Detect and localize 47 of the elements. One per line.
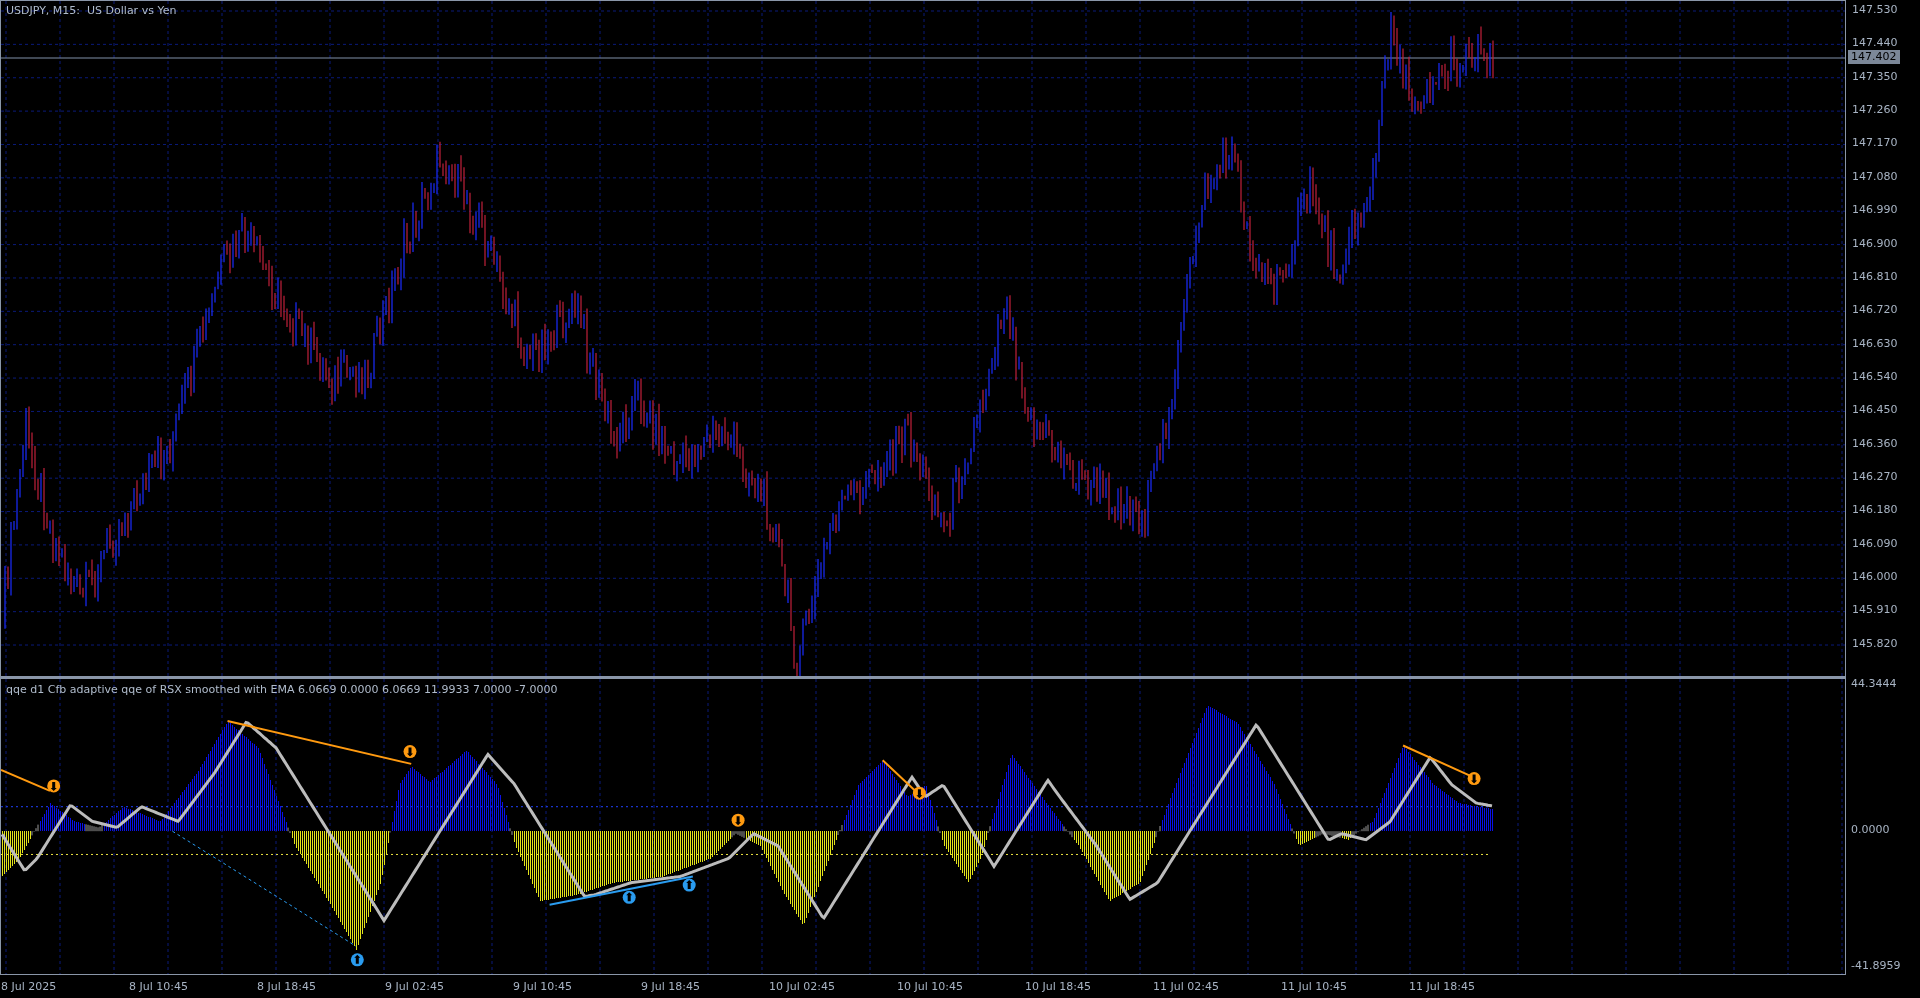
indicator-tick-label: 0.0000	[1851, 823, 1890, 836]
chart-title: USDJPY, M15: US Dollar vs Yen	[6, 4, 177, 17]
signal-marker-icon	[622, 890, 636, 904]
time-tick-label: 11 Jul 02:45	[1153, 979, 1220, 995]
time-tick-label: 8 Jul 2025	[1, 979, 58, 995]
signal-marker-icon	[731, 813, 745, 827]
time-tick-label: 11 Jul 18:45	[1409, 979, 1476, 995]
price-tick-label: 146.090	[1851, 536, 1899, 551]
price-tick-label: 146.270	[1851, 470, 1899, 485]
price-tick-label: 146.000	[1851, 570, 1899, 585]
trend-line	[1, 769, 51, 792]
time-tick-label: 10 Jul 18:45	[1025, 979, 1092, 995]
signal-marker-icon	[912, 786, 926, 800]
indicator-tick-label: -41.8959	[1851, 959, 1901, 972]
indicator-label: qqe d1 Cfb adaptive qqe of RSX smoothed with EMA 6.0669 0.0000 6.0669 11.9933 7.0000 -7.0000	[6, 683, 558, 696]
price-tick-label: 146.360	[1851, 436, 1899, 451]
price-tick-label: 145.820	[1851, 636, 1899, 651]
time-tick-label: 10 Jul 10:45	[897, 979, 964, 995]
price-tick-label: 147.440	[1851, 36, 1899, 51]
time-tick-label: 8 Jul 18:45	[257, 979, 317, 995]
time-tick-label: 9 Jul 10:45	[513, 979, 573, 995]
price-tick-label: 147.350	[1851, 69, 1899, 84]
current-price-label: 147.402	[1848, 50, 1900, 64]
time-tick-label: 10 Jul 02:45	[769, 979, 836, 995]
price-tick-label: 147.080	[1851, 169, 1899, 184]
time-tick-label: 8 Jul 10:45	[129, 979, 189, 995]
signal-marker-icon	[1467, 772, 1481, 786]
time-tick-label: 9 Jul 18:45	[641, 979, 701, 995]
time-tick-label: 11 Jul 10:45	[1281, 979, 1348, 995]
price-tick-label: 147.530	[1851, 3, 1899, 17]
price-tick-label: 145.910	[1851, 603, 1899, 618]
signal-marker-icon	[350, 953, 364, 967]
indicator-tick-label: 44.3444	[1851, 677, 1897, 690]
signal-marker-icon	[47, 779, 61, 793]
signal-marker-icon	[403, 745, 417, 759]
price-tick-label: 146.900	[1851, 236, 1899, 251]
price-tick-label: 146.990	[1851, 203, 1899, 218]
price-tick-label: 146.810	[1851, 269, 1899, 284]
price-tick-label: 146.450	[1851, 403, 1899, 418]
price-tick-label: 147.260	[1851, 103, 1899, 118]
price-tick-label: 146.630	[1851, 336, 1899, 351]
price-tick-label: 146.720	[1851, 303, 1899, 318]
signal-marker-icon	[682, 878, 696, 892]
time-tick-label: 9 Jul 02:45	[385, 979, 445, 995]
price-tick-label: 146.540	[1851, 369, 1899, 384]
price-tick-label: 146.180	[1851, 503, 1899, 518]
price-tick-label: 147.170	[1851, 136, 1899, 151]
